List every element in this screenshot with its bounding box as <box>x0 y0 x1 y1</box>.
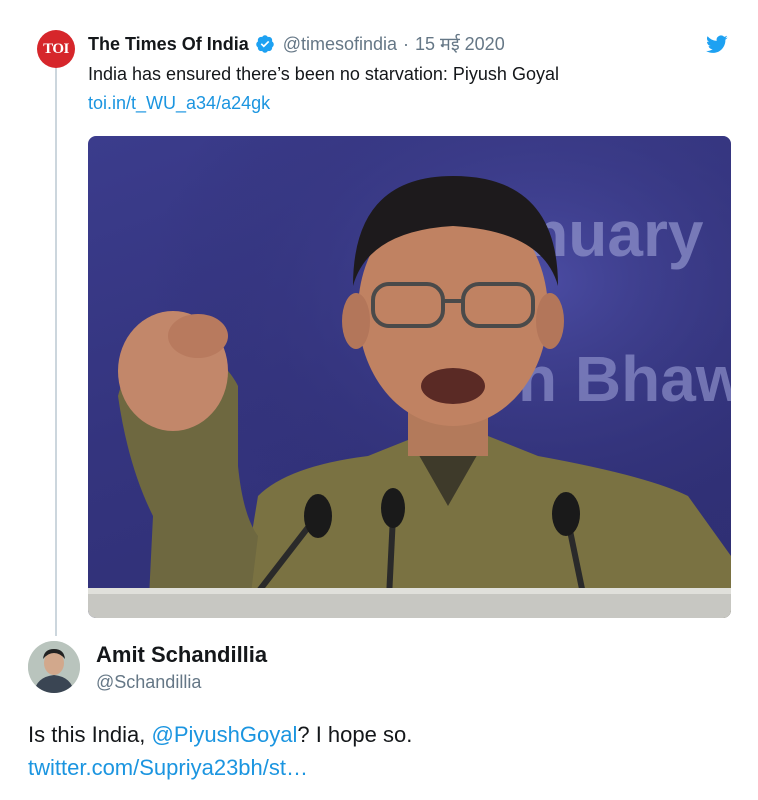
mention-link[interactable]: @PiyushGoyal <box>152 722 298 747</box>
reply-author-handle[interactable]: @Schandillia <box>96 672 201 693</box>
reply-text: Is this India, @PiyushGoyal? I hope so. <box>28 722 412 748</box>
reply-author-name[interactable]: Amit Schandillia <box>96 642 267 668</box>
toi-avatar-text: TOI <box>43 40 69 57</box>
separator-dot: · <box>403 33 410 54</box>
tweet-photo[interactable]: January n Bhaw <box>88 136 731 618</box>
author-name[interactable]: The Times Of India <box>88 34 249 55</box>
author-handle[interactable]: @timesofindia <box>283 34 397 55</box>
thread-line <box>55 66 57 636</box>
reply-text-prefix: Is this India, <box>28 722 152 747</box>
reply-avatar[interactable] <box>28 641 80 693</box>
tweet-date[interactable]: 15 मई 2020 <box>415 32 505 56</box>
toi-avatar[interactable]: TOI <box>37 30 75 68</box>
reply-link[interactable]: twitter.com/Supriya23bh/st… <box>28 755 308 781</box>
reply-avatar-image <box>28 641 80 693</box>
tweet-link[interactable]: toi.in/t_WU_a34/a24gk <box>88 93 270 114</box>
verified-badge-icon <box>255 35 274 53</box>
tweet-text: India has ensured there’s been no starva… <box>88 64 559 84</box>
reply-text-suffix: ? I hope so. <box>297 722 413 747</box>
twitter-bird-icon[interactable] <box>706 33 728 55</box>
tweet-header: The Times Of India @timesofindia · 15 मई… <box>88 32 505 56</box>
backdrop-text-2: n Bhaw <box>518 343 731 415</box>
photo-illustration: January n Bhaw <box>88 136 731 618</box>
